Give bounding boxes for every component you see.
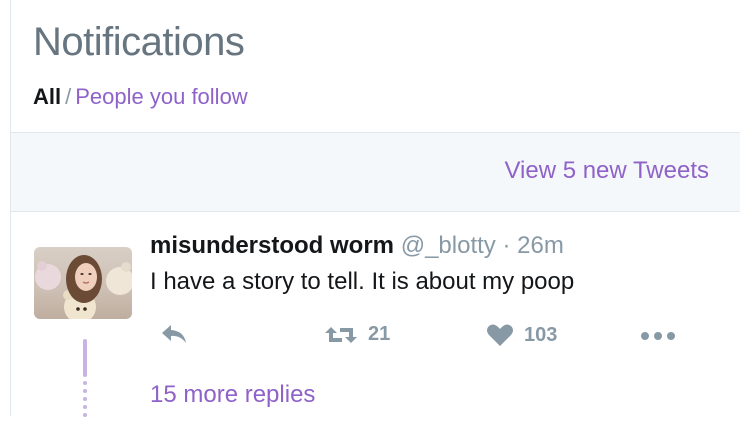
new-tweets-bar[interactable]: View 5 new Tweets [11,132,740,212]
view-new-tweets-link[interactable]: View 5 new Tweets [504,157,709,185]
notifications-panel: Notifications All / People you follow View… [10,0,740,417]
reply-icon [162,325,186,343]
tweet-author-name[interactable]: misunderstood worm [150,232,394,259]
retweet-button[interactable]: 21 [324,323,390,346]
avatar-photo [35,255,132,319]
tweet-timestamp[interactable]: 26m [517,232,564,259]
notifications-header: Notifications All / People you follow [33,18,248,110]
like-heart-icon [487,324,513,346]
notification-filters: All / People you follow [33,84,248,110]
filter-people-you-follow-link[interactable]: People you follow [75,84,247,109]
thread-connector-line [83,339,87,377]
filter-all-tab[interactable]: All [33,84,61,109]
avatar[interactable] [34,247,132,319]
tweet-actions: 21 103 [150,323,710,359]
tweet-text: I have a story to tell. It is about my p… [150,268,575,295]
thread-connector-dots [83,381,87,421]
retweet-count: 21 [368,323,391,345]
tweet[interactable]: misunderstood worm @_blotty · 26m I have… [11,211,740,417]
tweet-separator: · [502,232,511,259]
like-count: 103 [524,323,558,346]
more-options-button[interactable] [640,331,676,341]
more-dots-icon [641,332,675,340]
reply-button[interactable] [160,323,188,345]
like-button[interactable]: 103 [486,323,557,347]
tweet-header: misunderstood worm @_blotty · 26m [150,232,564,260]
page-title: Notifications [33,20,245,64]
tweet-author-handle[interactable]: @_blotty [401,232,496,259]
filter-separator: / [65,84,72,109]
retweet-icon [325,326,357,343]
more-replies-link[interactable]: 15 more replies [150,381,315,409]
